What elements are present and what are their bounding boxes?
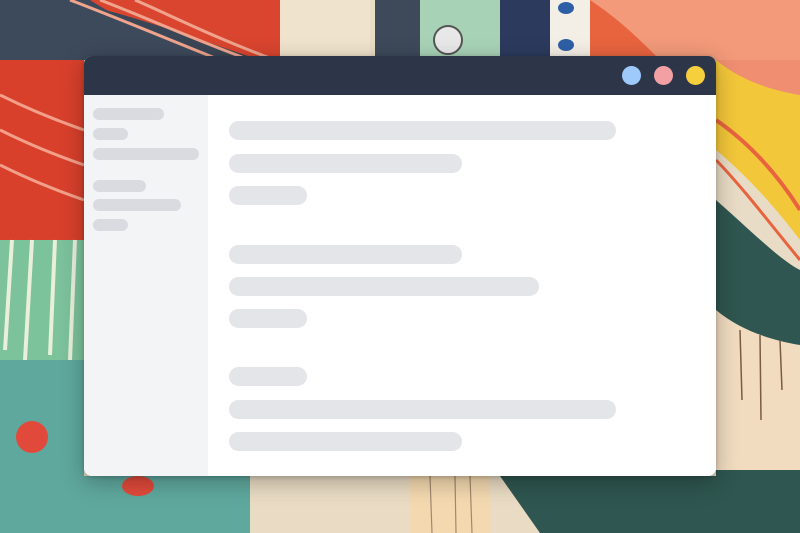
sidebar-item-placeholder[interactable] [93, 108, 164, 120]
content-line-placeholder [229, 154, 462, 173]
yellow-window-control[interactable] [686, 66, 705, 85]
blue-window-control[interactable] [622, 66, 641, 85]
window-titlebar[interactable] [84, 56, 716, 95]
sidebar-item-placeholder[interactable] [93, 148, 199, 160]
desktop [0, 0, 800, 533]
sidebar-item-placeholder[interactable] [93, 219, 128, 231]
content-line-placeholder [229, 400, 616, 419]
content-line-placeholder [229, 432, 462, 451]
content-line-placeholder [229, 277, 539, 296]
content-line-placeholder [229, 121, 616, 140]
pink-window-control[interactable] [654, 66, 673, 85]
content-line-placeholder [229, 309, 307, 328]
content-line-placeholder [229, 186, 307, 205]
sidebar-item-placeholder[interactable] [93, 199, 181, 211]
app-window [84, 56, 716, 476]
sidebar-item-placeholder[interactable] [93, 128, 128, 140]
sidebar-item-placeholder[interactable] [93, 180, 146, 192]
content-line-placeholder [229, 367, 307, 386]
main-content [208, 95, 716, 476]
content-line-placeholder [229, 245, 462, 264]
sidebar [84, 95, 208, 476]
